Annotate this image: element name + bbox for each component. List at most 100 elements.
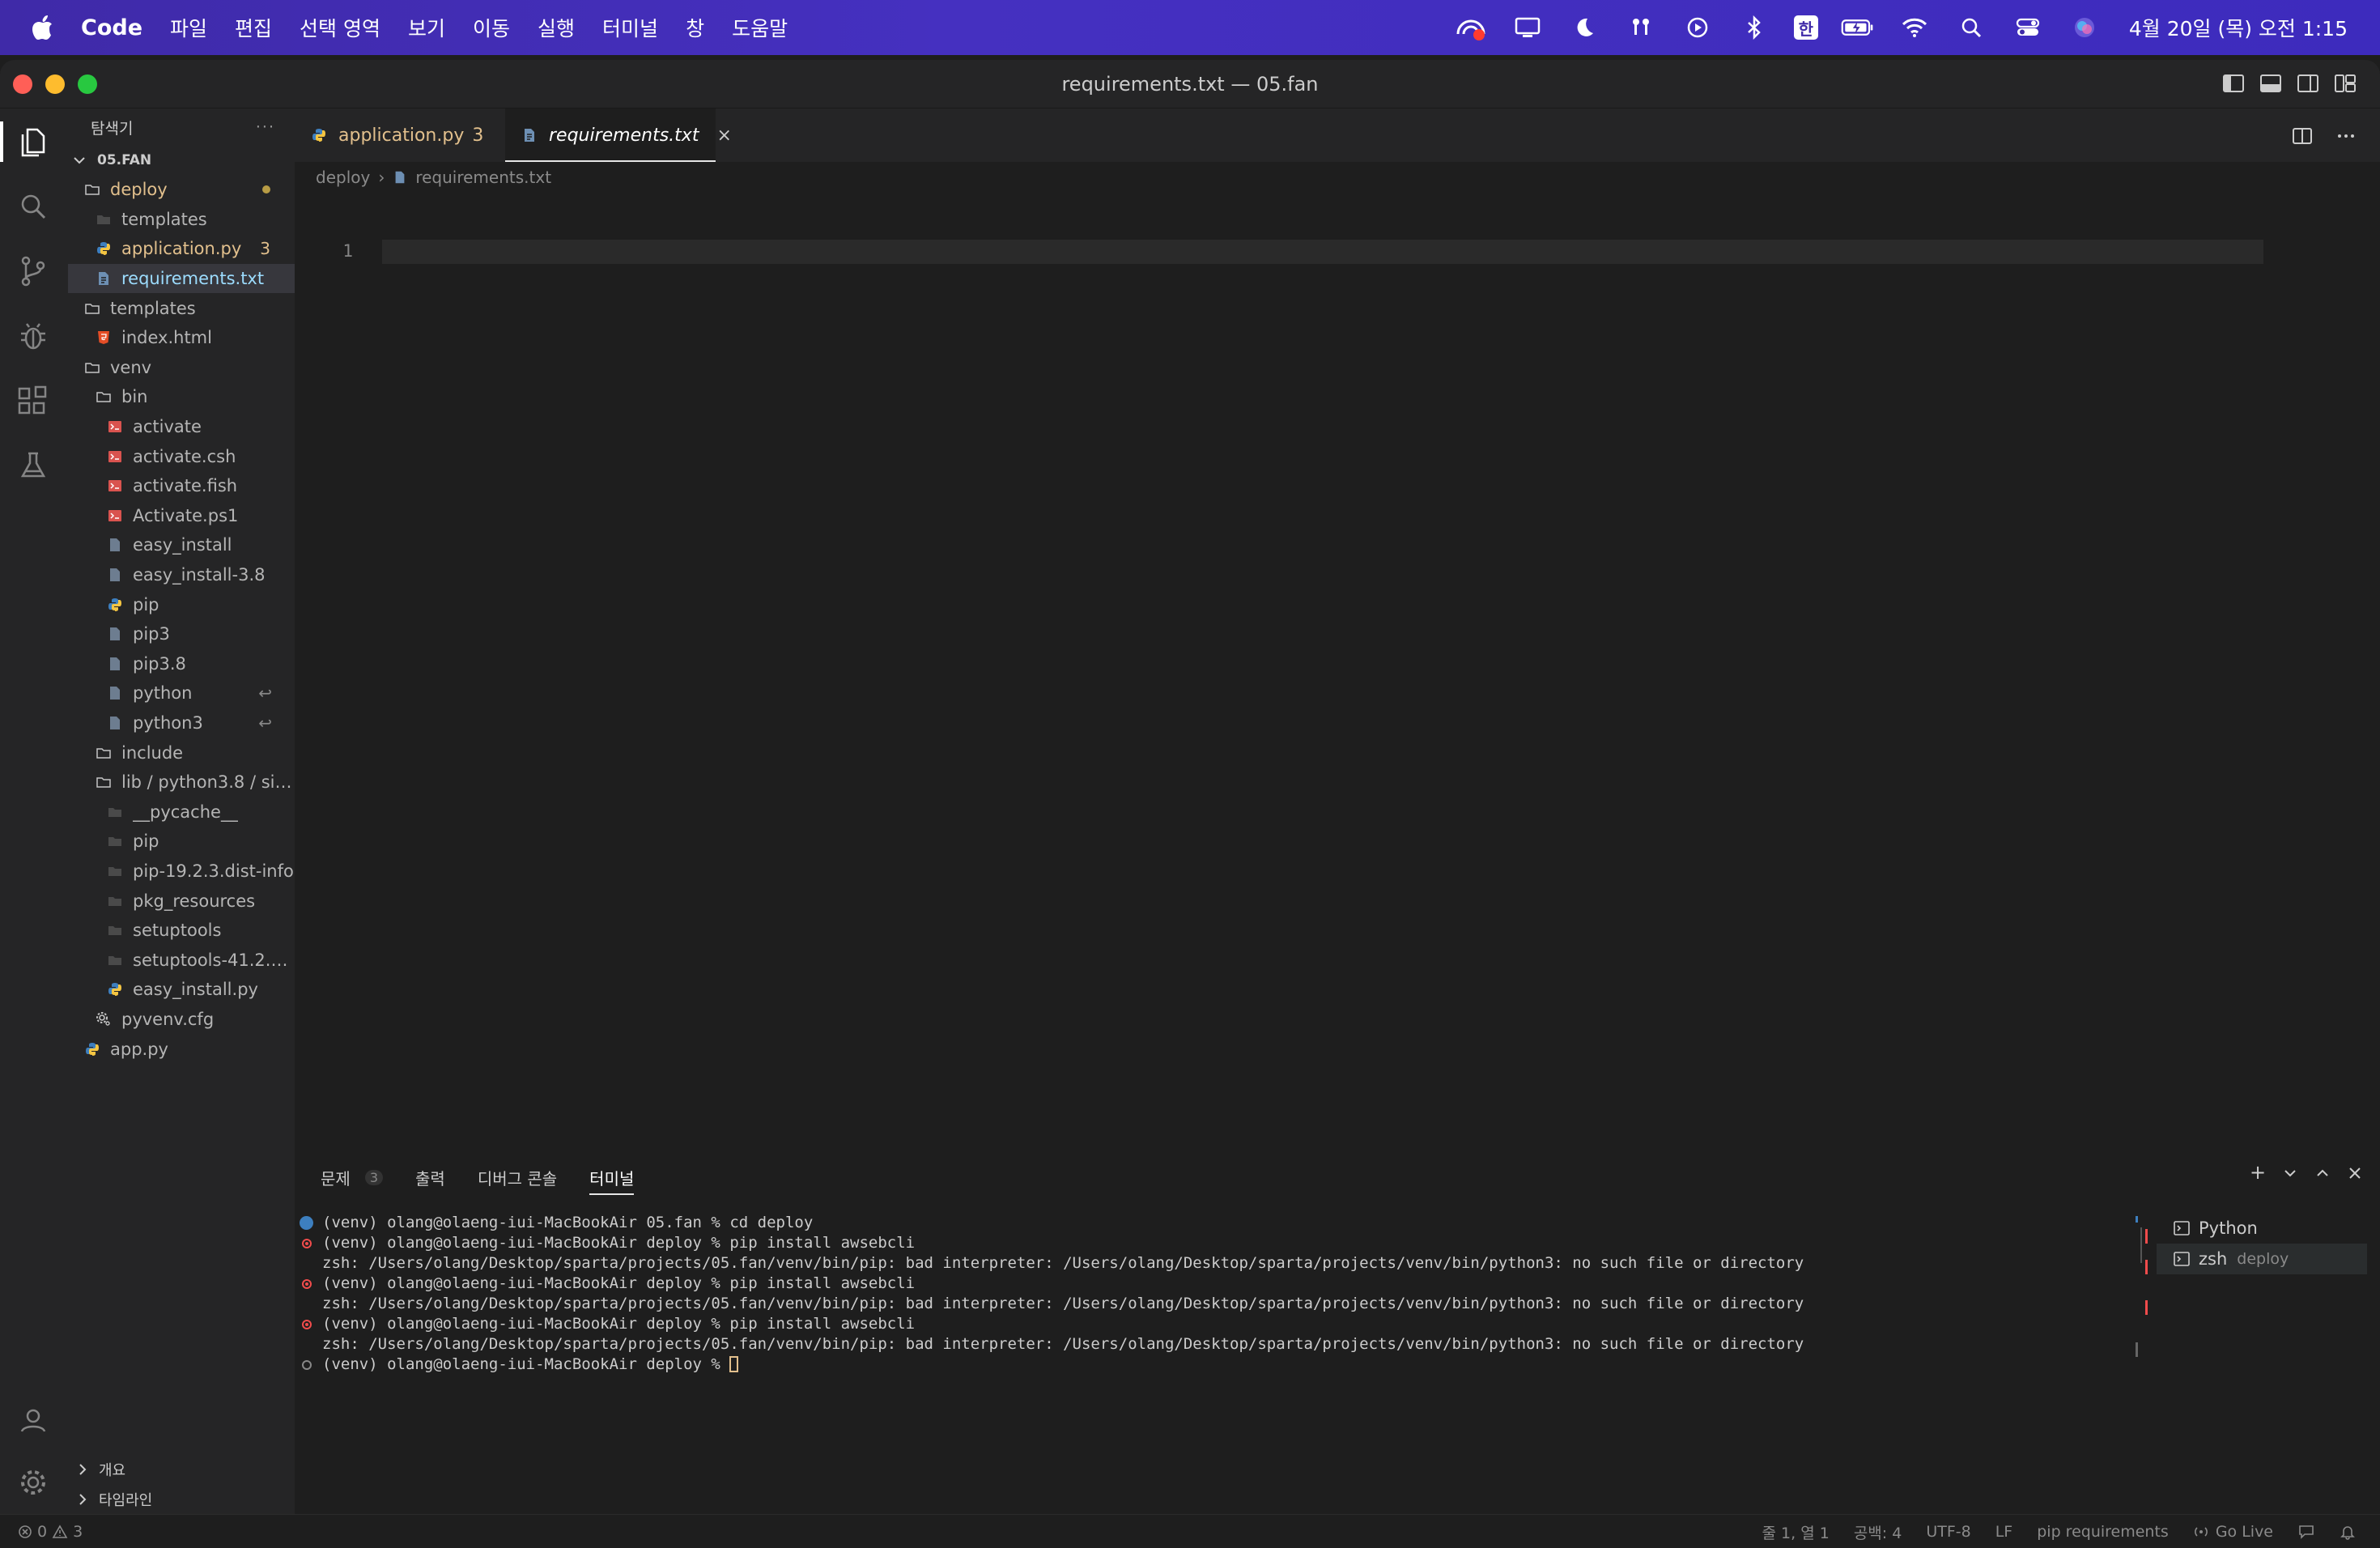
- tree-item-python3[interactable]: python3 ↩: [68, 708, 295, 738]
- input-method-indicator[interactable]: 한: [1793, 15, 1818, 40]
- close-panel-icon[interactable]: [2346, 1164, 2364, 1182]
- status-cursor-position[interactable]: 줄 1, 열 1: [1762, 1521, 1830, 1543]
- feedback-icon[interactable]: [2297, 1524, 2315, 1540]
- maximize-panel-icon[interactable]: [2314, 1164, 2331, 1182]
- tab-close-button[interactable]: ×: [716, 125, 731, 146]
- apple-icon[interactable]: [31, 15, 53, 40]
- toggle-secondary-sidebar-icon[interactable]: [2296, 71, 2320, 96]
- status-go-live[interactable]: Go Live: [2193, 1523, 2273, 1541]
- tree-item-setuptools-41-2-0[interactable]: setuptools-41.2.0...: [68, 945, 295, 975]
- command-success-icon[interactable]: [300, 1216, 313, 1230]
- airpods-icon[interactable]: [1624, 11, 1658, 45]
- tree-item-pip[interactable]: pip: [68, 827, 295, 857]
- bluetooth-icon[interactable]: [1737, 11, 1771, 45]
- tree-item-pip-19-2-3-dist-info[interactable]: pip-19.2.3.dist-info: [68, 857, 295, 887]
- tree-item-lib-python3-8-site[interactable]: lib / python3.8 / site...: [68, 768, 295, 797]
- chevron-down-icon[interactable]: [2281, 1164, 2299, 1182]
- screen-recording-icon[interactable]: [1454, 11, 1488, 45]
- command-error-icon[interactable]: [302, 1320, 312, 1329]
- tree-item-activate[interactable]: activate: [68, 412, 295, 442]
- tree-item-pip3[interactable]: pip3: [68, 619, 295, 649]
- search-icon[interactable]: [13, 186, 53, 227]
- menubar-clock[interactable]: 4월 20일 (목) 오전 1:15: [2129, 13, 2348, 42]
- tree-item-index-html[interactable]: index.html: [68, 323, 295, 353]
- menu-help[interactable]: 도움말: [732, 13, 788, 42]
- tree-item-include[interactable]: include: [68, 738, 295, 768]
- testing-icon[interactable]: [13, 445, 53, 486]
- tree-item-deploy[interactable]: deploy: [68, 175, 295, 205]
- now-playing-icon[interactable]: [1681, 11, 1715, 45]
- tree-item-requirements-txt[interactable]: requirements.txt: [68, 263, 295, 294]
- tree-item-templates[interactable]: templates: [68, 293, 295, 323]
- tree-item-easy-install-py[interactable]: easy_install.py: [68, 975, 295, 1005]
- tree-item-venv[interactable]: venv: [68, 353, 295, 383]
- control-center-icon[interactable]: [2011, 11, 2045, 45]
- display-icon[interactable]: [1511, 11, 1545, 45]
- outline-section[interactable]: 개요: [68, 1454, 295, 1484]
- more-actions-icon[interactable]: [2335, 125, 2357, 147]
- breadcrumb-folder[interactable]: deploy: [316, 168, 370, 187]
- tree-item-activate-csh[interactable]: activate.csh: [68, 441, 295, 471]
- tab-output[interactable]: 출력: [415, 1161, 445, 1193]
- tree-item-bin[interactable]: bin: [68, 382, 295, 412]
- menu-edit[interactable]: 편집: [235, 13, 272, 42]
- tab-terminal[interactable]: 터미널: [589, 1161, 635, 1195]
- tab-requirements-txt[interactable]: requirements.txt ×: [505, 108, 732, 162]
- split-editor-icon[interactable]: [2291, 125, 2314, 147]
- timeline-section[interactable]: 타임라인: [68, 1484, 295, 1514]
- tree-item-pycache[interactable]: __pycache__: [68, 797, 295, 827]
- menu-file[interactable]: 파일: [170, 13, 207, 42]
- tree-item-easy-install[interactable]: easy_install: [68, 530, 295, 560]
- terminal-item-zsh[interactable]: zsh deploy: [2157, 1244, 2367, 1274]
- status-encoding[interactable]: UTF-8: [1926, 1523, 1970, 1541]
- tree-item-pip[interactable]: pip: [68, 589, 295, 619]
- menu-view[interactable]: 보기: [408, 13, 445, 42]
- tab-problems[interactable]: 문제 3: [321, 1161, 383, 1193]
- status-eol[interactable]: LF: [1995, 1523, 2013, 1541]
- tree-item-templates[interactable]: templates: [68, 205, 295, 235]
- command-error-icon[interactable]: [302, 1279, 312, 1289]
- tree-item-pyvenv-cfg[interactable]: pyvenv.cfg: [68, 1005, 295, 1035]
- spotlight-search-icon[interactable]: [1954, 11, 1988, 45]
- toggle-panel-icon[interactable]: [2259, 71, 2283, 96]
- extensions-icon[interactable]: [13, 381, 53, 421]
- tab-debug-console[interactable]: 디버그 콘솔: [478, 1161, 557, 1193]
- customize-layout-icon[interactable]: [2333, 71, 2357, 96]
- tree-item-activate-ps1[interactable]: Activate.ps1: [68, 501, 295, 531]
- terminal-output[interactable]: (venv) olang@olaeng-iui-MacBookAir 05.fa…: [295, 1213, 2148, 1375]
- tree-item-setuptools[interactable]: setuptools: [68, 916, 295, 946]
- tree-item-application-py[interactable]: application.py 3: [68, 234, 295, 264]
- command-error-icon[interactable]: [302, 1239, 312, 1248]
- tree-item-pkg-resources[interactable]: pkg_resources: [68, 886, 295, 916]
- command-pending-icon[interactable]: [302, 1360, 312, 1370]
- source-control-icon[interactable]: [13, 251, 53, 291]
- battery-icon[interactable]: [1841, 11, 1875, 45]
- tab-application-py[interactable]: application.py 3: [295, 108, 497, 162]
- status-indentation[interactable]: 공백: 4: [1854, 1521, 1902, 1543]
- status-problems[interactable]: 0 3: [18, 1515, 83, 1548]
- app-name-menu[interactable]: Code: [81, 15, 142, 40]
- moon-icon[interactable]: [1567, 11, 1601, 45]
- menu-terminal[interactable]: 터미널: [602, 13, 658, 42]
- menu-run[interactable]: 실행: [538, 13, 575, 42]
- breadcrumb-file[interactable]: requirements.txt: [415, 168, 551, 187]
- tree-item-pip3-8[interactable]: pip3.8: [68, 649, 295, 679]
- accounts-icon[interactable]: [13, 1401, 53, 1441]
- menu-go[interactable]: 이동: [473, 13, 510, 42]
- tree-item-easy-install-3-8[interactable]: easy_install-3.8: [68, 560, 295, 590]
- run-debug-icon[interactable]: [13, 316, 53, 356]
- menu-window[interactable]: 창: [686, 13, 704, 42]
- explorer-more-actions[interactable]: ···: [256, 118, 275, 136]
- tree-item-app-py[interactable]: app.py: [68, 1034, 295, 1064]
- new-terminal-button[interactable]: +: [2249, 1163, 2267, 1182]
- tree-item-python[interactable]: python ↩: [68, 678, 295, 708]
- menu-selection[interactable]: 선택 영역: [300, 13, 380, 42]
- wifi-icon[interactable]: [1898, 11, 1932, 45]
- notifications-bell-icon[interactable]: [2340, 1524, 2356, 1540]
- explorer-icon[interactable]: [0, 121, 53, 162]
- siri-icon[interactable]: [2068, 11, 2102, 45]
- editor-current-line[interactable]: [382, 240, 2263, 264]
- tree-item-activate-fish[interactable]: activate.fish: [68, 471, 295, 501]
- toggle-primary-sidebar-icon[interactable]: [2221, 71, 2246, 96]
- workspace-root[interactable]: 05.FAN: [68, 146, 295, 175]
